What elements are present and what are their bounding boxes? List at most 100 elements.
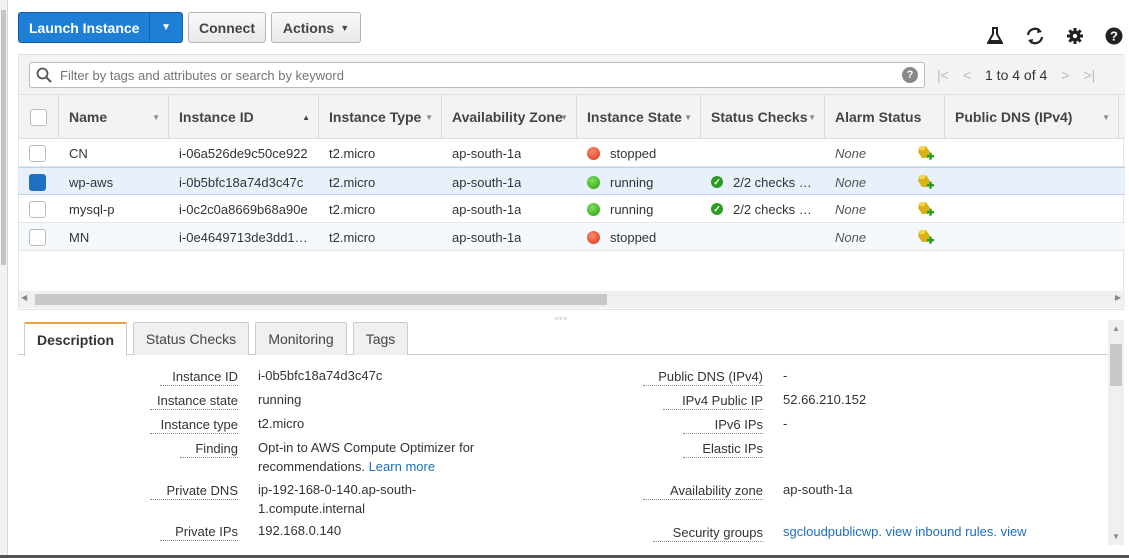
value-public-dns: - bbox=[783, 368, 788, 383]
value-security-groups: sgcloudpublicwp. view inbound rules. vie… bbox=[783, 522, 1027, 541]
alarm-text: None bbox=[835, 229, 867, 245]
last-page-icon[interactable]: >| bbox=[1083, 67, 1095, 83]
row-checkbox-cell bbox=[29, 139, 49, 167]
cell-availability-zone: ap-south-1a bbox=[452, 174, 522, 190]
value-instance-state: running bbox=[258, 392, 302, 407]
svg-text:?: ? bbox=[1110, 29, 1118, 44]
row-checkbox-checked[interactable] bbox=[29, 173, 46, 191]
cell-alarm-status: None bbox=[835, 195, 866, 223]
cell-instance-id: i-0c2c0a8669b68a90e bbox=[179, 201, 308, 217]
value-finding-line1: Opt-in to AWS Compute Optimizer for bbox=[258, 440, 475, 455]
cell-instance-id: i-0b5bfc18a74d3c47c bbox=[179, 174, 304, 190]
cell-availability-zone: ap-south-1a bbox=[452, 145, 522, 161]
select-all-checkbox[interactable] bbox=[30, 108, 47, 126]
chevron-down-icon: ▼ bbox=[340, 22, 350, 33]
table-row-selected[interactable]: wp-aws i-0b5bfc18a74d3c47c t2.micro ap-s… bbox=[19, 167, 1125, 195]
page-scrollbar-thumb[interactable] bbox=[1, 10, 6, 265]
row-checkbox[interactable] bbox=[29, 200, 46, 218]
column-label: Name bbox=[69, 109, 108, 125]
table-row[interactable]: MN i-0e4649713de3dd1… t2.micro ap-south-… bbox=[19, 223, 1125, 251]
select-all-cell bbox=[19, 95, 59, 139]
cell-name: CN bbox=[69, 145, 88, 161]
security-group-link[interactable]: sgcloudpublicwp. bbox=[783, 524, 882, 539]
row-checkbox-cell bbox=[29, 223, 49, 251]
add-alarm-icon[interactable] bbox=[917, 168, 935, 196]
actions-button[interactable]: Actions ▼ bbox=[271, 12, 361, 43]
next-page-icon[interactable]: > bbox=[1061, 67, 1069, 83]
horizontal-scrollbar[interactable]: ◀ ▶ bbox=[19, 291, 1125, 308]
flask-icon[interactable] bbox=[985, 26, 1005, 46]
column-header-status-checks[interactable]: Status Checks ▼ bbox=[701, 95, 825, 139]
tab-status-checks[interactable]: Status Checks bbox=[133, 322, 249, 355]
scroll-down-icon[interactable]: ▼ bbox=[1112, 532, 1120, 541]
column-header-instance-type[interactable]: Instance Type ▼ bbox=[319, 95, 442, 139]
view-inbound-rules-link[interactable]: view inbound rules. bbox=[886, 524, 997, 539]
row-checkbox-cell bbox=[29, 168, 49, 196]
label-instance-id: Instance ID bbox=[160, 369, 238, 386]
gear-icon[interactable] bbox=[1065, 26, 1085, 46]
scroll-left-icon[interactable]: ◀ bbox=[21, 293, 27, 302]
column-label: Availability Zone bbox=[452, 109, 563, 125]
search-box[interactable]: ? bbox=[29, 62, 925, 88]
launch-dropdown-caret-icon[interactable]: ▼ bbox=[150, 13, 182, 42]
help-icon[interactable]: ? bbox=[1104, 26, 1124, 46]
row-checkbox[interactable] bbox=[29, 228, 46, 246]
column-header-instance-id[interactable]: Instance ID ▲ bbox=[169, 95, 319, 139]
row-checkbox[interactable] bbox=[29, 144, 46, 162]
cell-status-checks[interactable]: ✓ 2/2 checks … bbox=[711, 195, 819, 223]
value-instance-id: i-0b5bfc18a74d3c47c bbox=[258, 368, 383, 383]
table-row[interactable]: CN i-06a526de9c50ce922 t2.micro ap-south… bbox=[19, 139, 1125, 167]
cell-status-checks[interactable]: ✓ 2/2 checks … bbox=[711, 168, 819, 196]
stopped-status-icon bbox=[587, 230, 600, 244]
table-row[interactable]: mysql-p i-0c2c0a8669b68a90e t2.micro ap-… bbox=[19, 195, 1125, 223]
column-label: Alarm Status bbox=[835, 109, 922, 125]
cell-name: MN bbox=[69, 229, 90, 245]
page-scrollbar[interactable] bbox=[0, 0, 8, 558]
column-header-alarm-status[interactable]: Alarm Status bbox=[825, 95, 945, 139]
launch-instance-button[interactable]: Launch Instance ▼ bbox=[18, 12, 183, 43]
add-alarm-icon[interactable] bbox=[917, 139, 935, 167]
column-header-name[interactable]: Name ▼ bbox=[59, 95, 169, 139]
cell-name: mysql-p bbox=[69, 201, 115, 217]
pagination: |< < 1 to 4 of 4 > >| bbox=[937, 65, 1109, 85]
cell-name: wp-aws bbox=[69, 174, 114, 190]
detail-vertical-scrollbar[interactable]: ▲ ▼ bbox=[1108, 320, 1124, 545]
value-private-dns-line1: ip-192-168-0-140.ap-south- bbox=[258, 482, 417, 497]
label-public-dns: Public DNS (IPv4) bbox=[643, 369, 763, 386]
add-alarm-icon[interactable] bbox=[917, 195, 935, 223]
add-alarm-icon[interactable] bbox=[917, 223, 935, 251]
tab-monitoring[interactable]: Monitoring bbox=[255, 322, 347, 355]
search-input[interactable] bbox=[58, 65, 888, 85]
column-header-public-dns[interactable]: Public DNS (IPv4) ▼ bbox=[945, 95, 1119, 139]
column-header-availability-zone[interactable]: Availability Zone ▼ bbox=[442, 95, 577, 139]
search-help-icon[interactable]: ? bbox=[902, 67, 918, 83]
view-link[interactable]: view bbox=[1001, 524, 1027, 539]
tab-tags[interactable]: Tags bbox=[353, 322, 408, 355]
filter-bar: ? |< < 1 to 4 of 4 > >| bbox=[19, 55, 1125, 95]
learn-more-link[interactable]: Learn more bbox=[369, 459, 435, 474]
sort-ascending-icon: ▲ bbox=[302, 112, 310, 122]
label-elastic-ips: Elastic IPs bbox=[683, 441, 763, 458]
column-label: Status Checks bbox=[711, 109, 808, 125]
finding-text: recommendations. bbox=[258, 459, 365, 474]
cell-instance-type: t2.micro bbox=[329, 174, 376, 190]
alarm-text: None bbox=[835, 145, 867, 161]
instances-grid: ? |< < 1 to 4 of 4 > >| Name ▼ Instance I… bbox=[18, 54, 1125, 310]
prev-page-icon[interactable]: < bbox=[963, 67, 971, 83]
check-passed-icon: ✓ bbox=[711, 203, 723, 215]
cell-instance-state: stopped bbox=[587, 139, 656, 167]
sort-icon: ▼ bbox=[152, 112, 160, 122]
detail-scrollbar-thumb[interactable] bbox=[1110, 344, 1122, 386]
page-range-text: 1 to 4 of 4 bbox=[985, 67, 1048, 83]
scroll-right-icon[interactable]: ▶ bbox=[1115, 293, 1121, 302]
scroll-up-icon[interactable]: ▲ bbox=[1112, 324, 1120, 333]
first-page-icon[interactable]: |< bbox=[937, 67, 949, 83]
cell-instance-state: running bbox=[587, 168, 653, 196]
tab-description[interactable]: Description bbox=[24, 322, 127, 356]
column-header-instance-state[interactable]: Instance State ▼ bbox=[577, 95, 701, 139]
connect-button[interactable]: Connect bbox=[188, 12, 266, 43]
refresh-icon[interactable] bbox=[1025, 26, 1045, 46]
state-text: running bbox=[610, 174, 654, 190]
value-instance-type: t2.micro bbox=[258, 416, 305, 431]
horizontal-scrollbar-thumb[interactable] bbox=[35, 294, 607, 305]
